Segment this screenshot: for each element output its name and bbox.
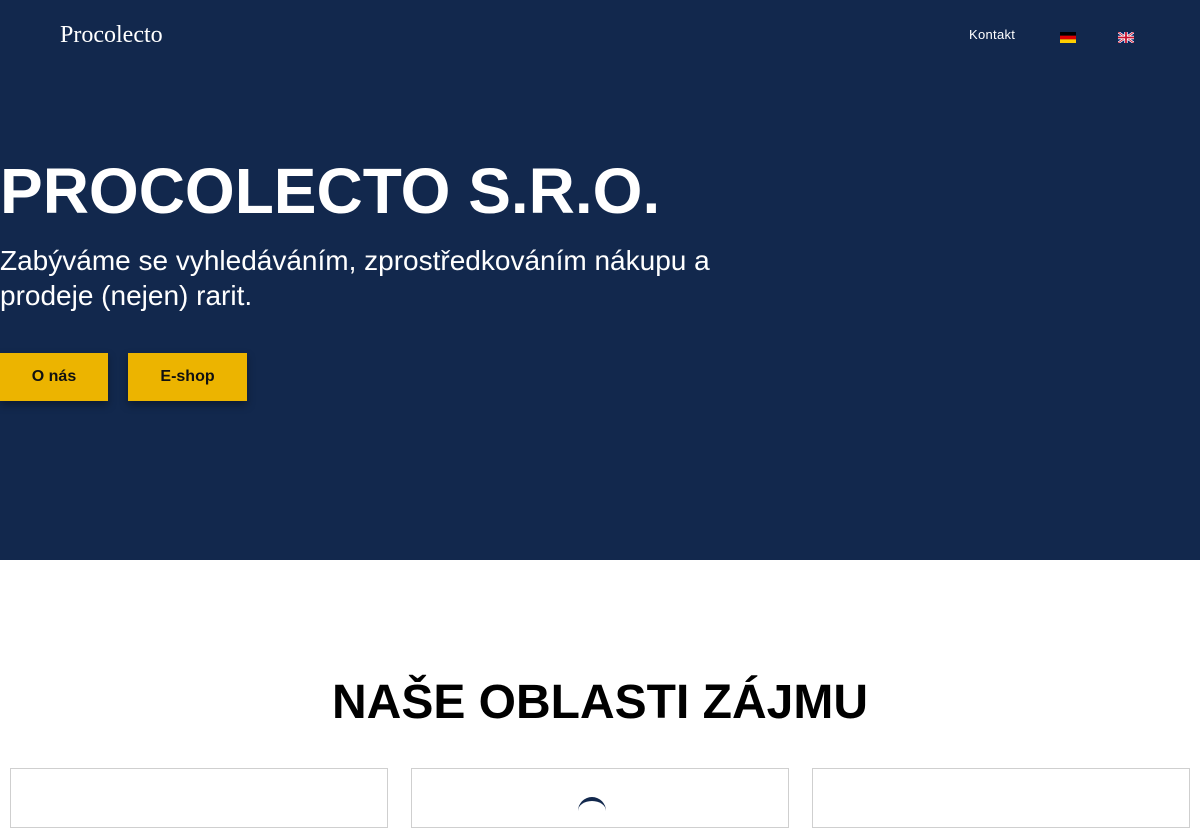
- eshop-button[interactable]: E-shop: [128, 353, 247, 401]
- interests-section-title: NAŠE OBLASTI ZÁJMU: [331, 676, 868, 729]
- nav-link-contact[interactable]: Kontakt: [969, 26, 1015, 43]
- german-flag-icon: [1060, 32, 1076, 43]
- language-switch-en[interactable]: [1117, 30, 1135, 44]
- language-switch-de[interactable]: [1060, 30, 1076, 43]
- brand-logo[interactable]: Procolecto: [60, 20, 163, 50]
- about-us-button[interactable]: O nás: [0, 353, 108, 401]
- hero-section: Procolecto Kontakt PROCOLECTO S.R.O. Zab…: [0, 0, 1200, 560]
- hero-subtitle: Zabýváme se vyhledáváním, zprostředkován…: [0, 245, 710, 311]
- interest-card[interactable]: [411, 768, 789, 828]
- interest-card-icon: [578, 797, 606, 825]
- hero-title: PROCOLECTO S.R.O.: [0, 155, 661, 227]
- interest-card[interactable]: [10, 768, 388, 828]
- uk-flag-icon: [1117, 31, 1135, 44]
- interest-card[interactable]: [812, 768, 1190, 828]
